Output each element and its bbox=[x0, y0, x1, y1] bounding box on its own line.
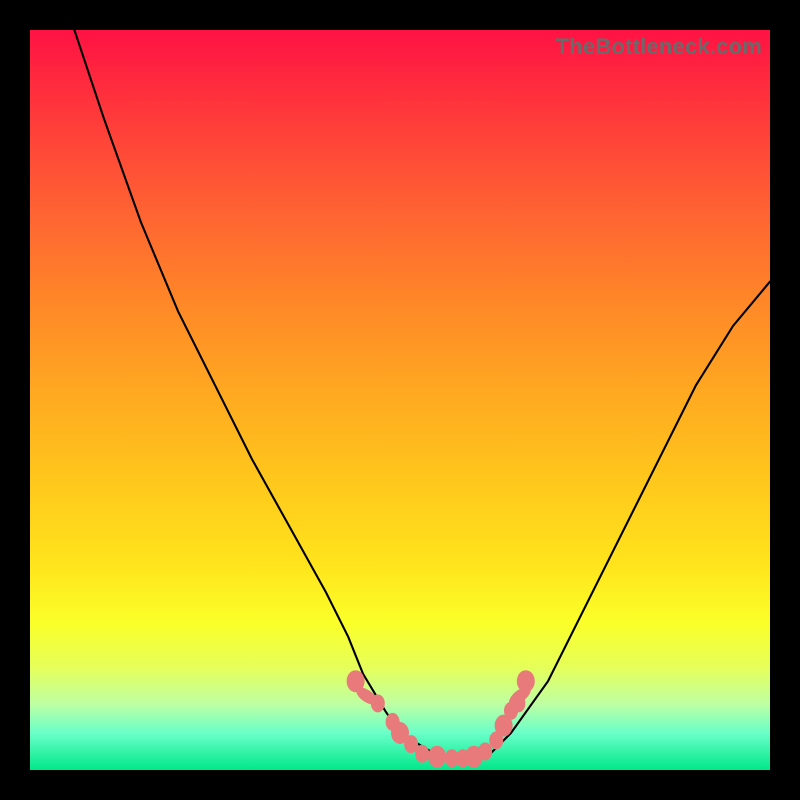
highlight-dot bbox=[428, 746, 446, 768]
bottleneck-curve-path bbox=[74, 30, 770, 759]
marker-group bbox=[347, 670, 535, 768]
highlight-dot bbox=[478, 743, 492, 761]
chart-plot-area: TheBottleneck.com bbox=[30, 30, 770, 770]
bottleneck-curve-svg bbox=[30, 30, 770, 770]
highlight-dot bbox=[415, 745, 429, 763]
